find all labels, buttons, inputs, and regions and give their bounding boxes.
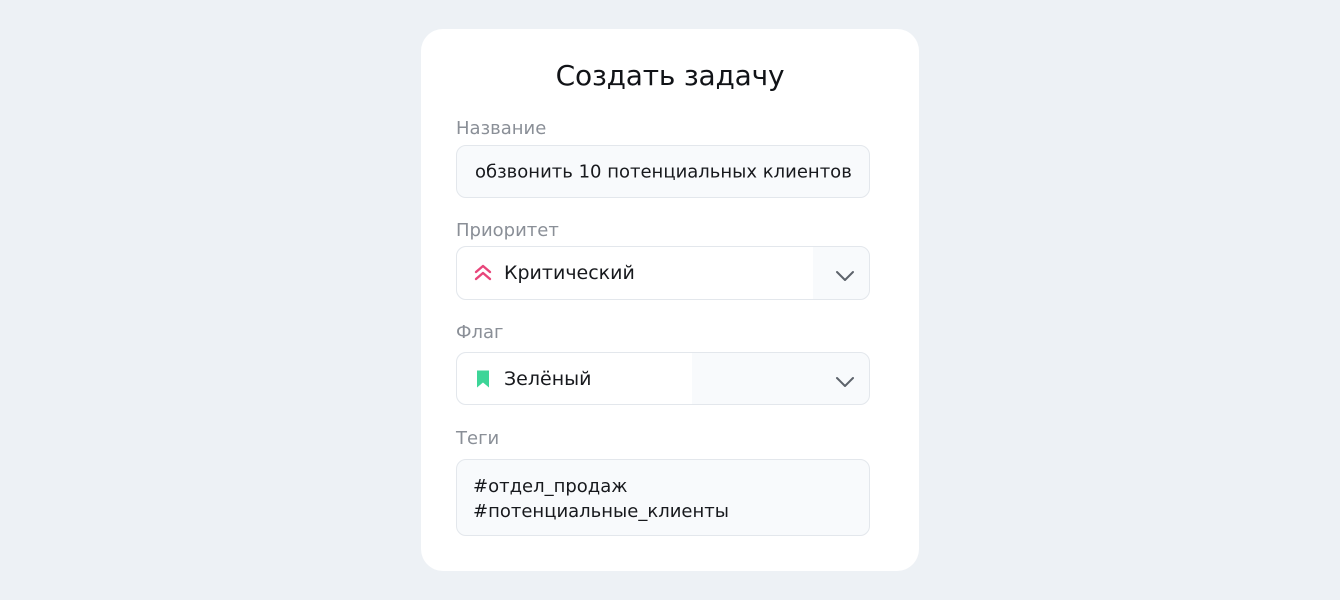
tag-item: #потенциальные_клиенты [473, 501, 729, 522]
priority-label: Приоритет [456, 220, 559, 241]
dialog-title: Создать задачу [555, 59, 785, 92]
tag-item: #отдел_продаж [473, 476, 628, 497]
tags-label: Теги [456, 428, 500, 449]
name-input-value: обзвонить 10 потенциальных клиентов [475, 161, 852, 182]
bookmark-icon [473, 369, 493, 389]
tags-value: #отдел_продаж #потенциальные_клиенты [473, 474, 729, 524]
priority-select[interactable]: Критический [456, 246, 870, 300]
tags-textarea[interactable]: #отдел_продаж #потенциальные_клиенты [456, 459, 870, 536]
double-chevron-up-icon [473, 263, 493, 283]
name-input[interactable]: обзвонить 10 потенциальных клиентов [456, 145, 870, 198]
flag-label: Флаг [456, 322, 504, 343]
flag-select[interactable]: Зелёный [456, 352, 870, 405]
create-task-card: Создать задачу Название обзвонить 10 пот… [421, 29, 919, 571]
chevron-down-icon[interactable] [835, 267, 855, 281]
flag-select-value: Зелёный [504, 367, 592, 390]
name-label: Название [456, 118, 547, 139]
chevron-down-icon[interactable] [835, 373, 855, 387]
priority-select-value: Критический [504, 262, 635, 284]
